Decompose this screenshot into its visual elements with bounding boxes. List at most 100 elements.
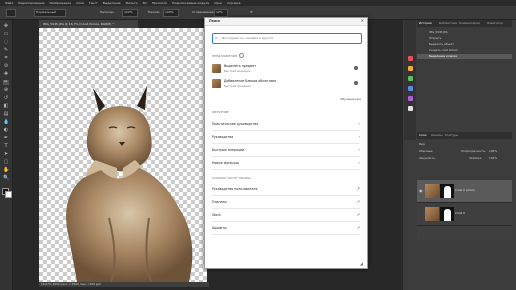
learn-row-label: Новые функции	[212, 161, 239, 165]
eyedropper-tool-icon[interactable]: ⊘	[3, 64, 9, 69]
tab-layers[interactable]: Слои	[419, 132, 427, 139]
layer-filter-label[interactable]: Вид	[419, 142, 425, 146]
external-link-icon: ↗	[356, 212, 360, 217]
learn-row-label: Практические руководства	[212, 122, 259, 126]
suggestion-item[interactable]: Добавление бликов объектива Быстрая опер…	[212, 78, 360, 90]
angle-value: 0°	[250, 10, 254, 14]
move-tool-icon[interactable]: ✥	[3, 24, 9, 29]
tab-libraries[interactable]: Библиотеки	[439, 20, 457, 27]
brush-tool-icon[interactable]: ✏	[3, 80, 9, 85]
chevron-right-icon: ›	[358, 134, 360, 139]
layer-opacity-value[interactable]: 100%	[489, 149, 497, 153]
marquee-tool-icon[interactable]: ▭	[3, 32, 9, 37]
tab-navigator[interactable]: Навигатор	[487, 20, 503, 27]
link-row-label: Шрифты	[212, 226, 227, 230]
smoothing-value: 10%	[216, 10, 223, 14]
learn-row-label: Быстрые операции	[212, 148, 245, 152]
fill-value[interactable]: 100%	[489, 156, 497, 160]
gradient-tool-icon[interactable]: ▤	[3, 112, 9, 117]
suggestion-title: Выделить предмет	[224, 64, 257, 68]
tab-channels[interactable]: Каналы	[431, 132, 443, 139]
learn-row[interactable]: Практические руководства ›	[212, 118, 360, 131]
brush-preset-picker[interactable]	[6, 9, 16, 17]
layer-name: Слой 0 копия	[455, 188, 475, 192]
layer-row[interactable]: ◉ Слой 0 копия	[417, 180, 512, 203]
blur-tool-icon[interactable]: 💧	[3, 120, 9, 125]
more-link[interactable]: Обучение мне	[340, 97, 361, 101]
learn-row[interactable]: Быстрые операции ›	[212, 144, 360, 157]
search-dialog: Поиск ✕ ⌕ ПРЕДЛОЖЕНИЯ Выделить предмет Б…	[204, 17, 368, 269]
layers-list: ◉ Слой 0 копия Слой 0	[417, 180, 512, 240]
dialog-title: Поиск	[209, 19, 221, 23]
search-icon: ⌕	[215, 35, 218, 40]
suggestion-item[interactable]: Выделить предмет Быстрая операция i	[212, 63, 360, 75]
panel-shortcut-icon[interactable]	[408, 106, 413, 111]
eye-icon[interactable]: ◉	[419, 188, 423, 193]
hand-tool-icon[interactable]: ✋	[3, 168, 9, 173]
suggestion-subtitle: Быстрая операция	[224, 84, 251, 88]
external-link-icon: ↗	[356, 186, 360, 191]
link-row[interactable]: Шрифты ↗	[212, 222, 360, 235]
info-icon[interactable]: i	[354, 66, 358, 70]
history-item[interactable]: Создать слой Копия	[417, 48, 512, 53]
history-item[interactable]: Открыть	[417, 36, 512, 41]
panel-dock-strip	[404, 20, 416, 140]
opacity-value: 100%	[124, 10, 133, 14]
tab-comments[interactable]: Комментарии	[459, 20, 480, 27]
panel-shortcut-icon[interactable]	[408, 66, 413, 71]
shape-tool-icon[interactable]: ▢	[3, 160, 9, 165]
learn-row[interactable]: Руководства ›	[212, 131, 360, 144]
path-select-tool-icon[interactable]: ➤	[3, 152, 9, 157]
info-icon[interactable]: i	[354, 81, 358, 85]
search-input[interactable]	[222, 35, 358, 41]
fill-label: Заливка:	[469, 156, 483, 160]
blend-mode-select[interactable]: Обычные	[419, 149, 433, 153]
suggestion-subtitle: Быстрая операция	[224, 69, 251, 73]
background-color-swatch[interactable]	[5, 191, 12, 198]
learn-row[interactable]: Новые функции ›	[212, 157, 360, 170]
panel-shortcut-icon[interactable]	[408, 86, 413, 91]
link-row[interactable]: Руководство пользователя ↗	[212, 183, 360, 196]
suggestion-thumbnail	[212, 64, 221, 73]
link-row-label: Руководство пользователя	[212, 187, 258, 191]
close-icon[interactable]: ✕	[361, 18, 364, 23]
crop-tool-icon[interactable]: ⌗	[3, 56, 9, 61]
link-row[interactable]: Stock ↗	[212, 209, 360, 222]
dodge-tool-icon[interactable]: ◐	[3, 128, 9, 133]
pen-tool-icon[interactable]: ✒	[3, 136, 9, 141]
history-item-selected[interactable]: Выделение и маска	[417, 54, 512, 59]
history-item[interactable]: Выделить объект	[417, 42, 512, 47]
history-brush-tool-icon[interactable]: ↺	[3, 96, 9, 101]
panel-shortcut-icon[interactable]	[408, 96, 413, 101]
smoothing-label: Сглаживание:	[192, 10, 215, 14]
tab-paths[interactable]: Контуры	[445, 132, 458, 139]
learn-row-label: Руководства	[212, 135, 234, 139]
document-tab[interactable]: IMG_5945.JPG @ 16,7% (Слой Копия, RGB/8)…	[39, 20, 138, 28]
links-header: ССЫЛКИ ЧАСТО ПОСЕЩ.	[212, 176, 252, 180]
link-row[interactable]: Плагины ↗	[212, 196, 360, 209]
info-icon[interactable]	[239, 53, 244, 58]
right-panels: История Библиотеки Комментарии Навигатор…	[404, 20, 516, 290]
tab-history[interactable]: История	[419, 20, 432, 27]
flow-value: 100%	[165, 10, 174, 14]
search-field[interactable]: ⌕	[212, 33, 362, 44]
panel-shortcut-icon[interactable]	[408, 56, 413, 61]
eraser-tool-icon[interactable]: ◧	[3, 104, 9, 109]
healing-tool-icon[interactable]: ✚	[3, 72, 9, 77]
link-row-label: Stock	[212, 213, 221, 217]
type-tool-icon[interactable]: T	[3, 144, 9, 149]
layer-row[interactable]: Слой 0	[417, 203, 512, 226]
canvas[interactable]	[39, 28, 207, 283]
external-link-icon: ↗	[356, 199, 360, 204]
history-snapshot[interactable]: IMG_5945.JPG	[417, 30, 512, 35]
lynx-image	[66, 86, 193, 283]
dialog-header: Поиск ✕	[205, 18, 367, 26]
status-bar: 16,67% 3000 пикс. x 4500 пикс. (300 ppi)	[39, 282, 209, 287]
stamp-tool-icon[interactable]: ⊕	[3, 88, 9, 93]
quick-select-tool-icon[interactable]: ✎	[3, 48, 9, 53]
zoom-tool-icon[interactable]: 🔍	[3, 176, 9, 181]
panel-shortcut-icon[interactable]	[408, 76, 413, 81]
resize-handle-icon[interactable]: ◢	[360, 261, 363, 266]
lasso-tool-icon[interactable]: ◌	[3, 40, 9, 45]
external-link-icon: ↗	[356, 225, 360, 230]
